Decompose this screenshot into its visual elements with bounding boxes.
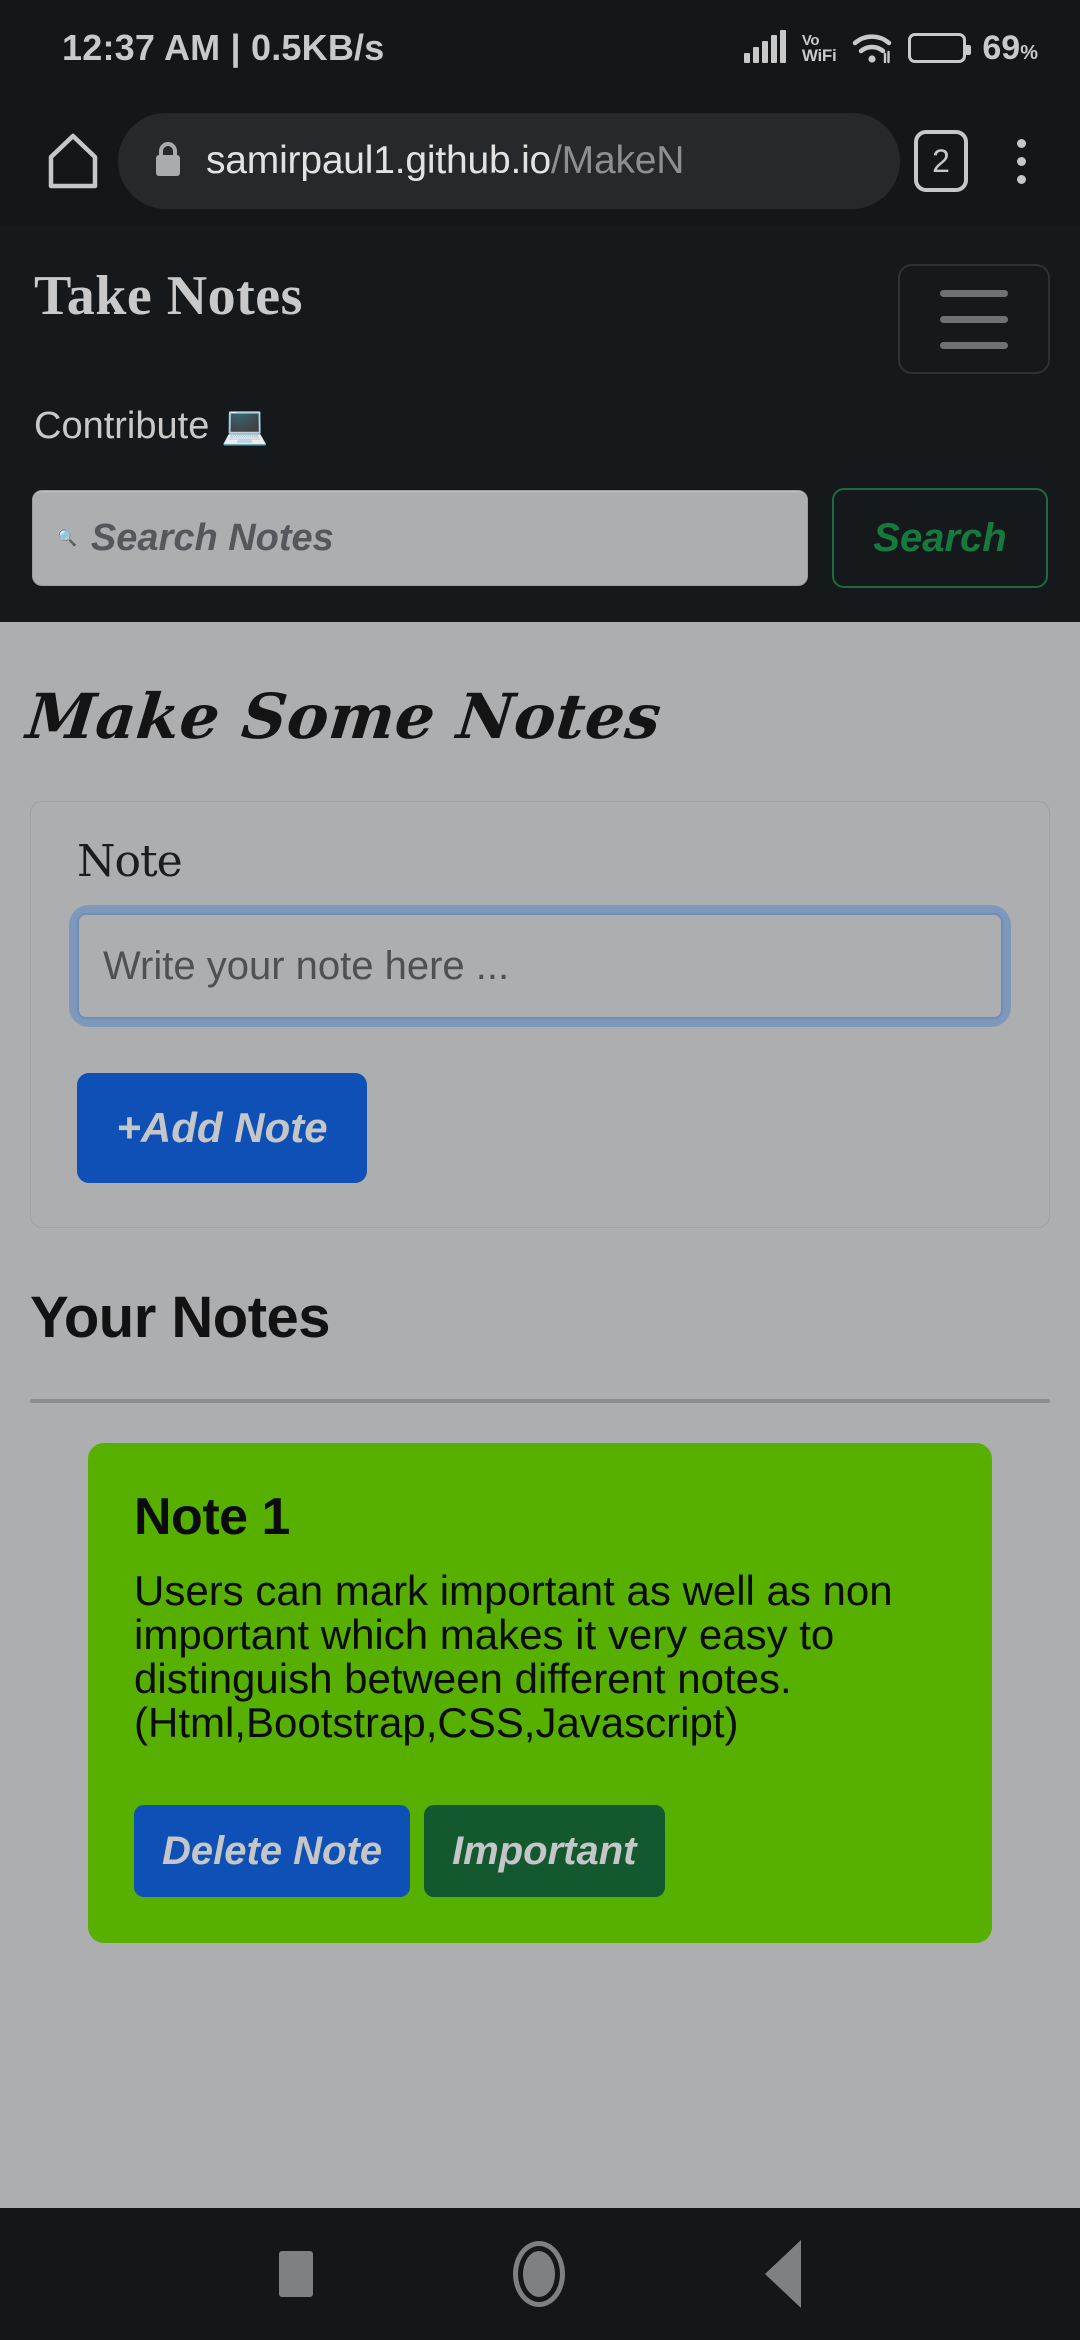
note-title: Note 1 — [134, 1488, 290, 1546]
important-button[interactable]: Important — [424, 1805, 665, 1898]
status-bar-right: Vo WiFi 69% — [743, 28, 1038, 68]
laptop-icon: 💻 — [221, 405, 269, 447]
note-input-focus-ring: Write your note here ... — [77, 913, 1003, 1019]
signal-bars-icon — [743, 30, 786, 63]
contribute-link[interactable]: Contribute 💻 — [30, 404, 1050, 448]
search-button[interactable]: Search — [832, 488, 1048, 588]
section-divider — [30, 1399, 1050, 1403]
phone-screen: 12:37 AM | 0.5KB/s Vo WiFi 69% samirpaul… — [0, 0, 1080, 2340]
note-body: Users can mark important as well as non … — [134, 1567, 893, 1747]
status-bar-left: 12:37 AM | 0.5KB/s — [62, 27, 384, 69]
battery-percent-label: 69% — [982, 28, 1038, 67]
site-header: Take Notes Contribute 💻 🔍 Search Notes S… — [0, 226, 1080, 622]
page-title: Make Some Notes — [23, 680, 665, 753]
kebab-menu-icon[interactable] — [996, 138, 1046, 184]
system-navigation-bar — [0, 2208, 1080, 2340]
page-body: Make Some Notes Note Write your note her… — [0, 622, 1080, 2208]
triangle-back-icon[interactable] — [765, 2240, 801, 2308]
circle-home-icon[interactable] — [513, 2241, 565, 2307]
your-notes-heading: Your Notes — [30, 1285, 331, 1350]
url-bar[interactable]: samirpaul1.github.io/MakeN — [118, 113, 900, 209]
tab-count-button[interactable]: 2 — [914, 130, 968, 192]
square-recents-icon[interactable] — [279, 2251, 313, 2297]
note-input[interactable]: Write your note here ... — [77, 913, 1003, 1019]
add-note-button[interactable]: +Add Note — [77, 1073, 367, 1183]
status-bar: 12:37 AM | 0.5KB/s Vo WiFi 69% — [0, 0, 1080, 96]
contribute-label: Contribute — [34, 404, 210, 447]
search-input[interactable]: 🔍 Search Notes — [32, 490, 808, 586]
notes-list: Note 1 Users can mark important as well … — [30, 1443, 1050, 1944]
vowifi-icon: Vo WiFi — [801, 33, 837, 65]
hamburger-menu-icon[interactable] — [898, 264, 1050, 374]
lock-icon — [152, 139, 184, 184]
note-card: Note 1 Users can mark important as well … — [88, 1443, 992, 1944]
battery-icon — [908, 33, 972, 63]
wifi-icon — [852, 32, 892, 64]
note-input-placeholder: Write your note here ... — [103, 943, 510, 988]
note-field-label: Note — [77, 836, 183, 887]
search-row: 🔍 Search Notes Search — [30, 488, 1050, 588]
vowifi-wifi-label: WiFi — [801, 46, 837, 65]
search-placeholder: Search Notes — [90, 516, 334, 559]
home-icon[interactable] — [34, 122, 112, 200]
site-nav-row: Take Notes — [30, 226, 1050, 374]
status-clock: 12:37 AM | 0.5KB/s — [62, 27, 385, 68]
note-actions: Delete Note Important — [134, 1805, 946, 1898]
url-text: samirpaul1.github.io/MakeN — [206, 139, 685, 182]
delete-note-button[interactable]: Delete Note — [134, 1805, 411, 1898]
note-form-card: Note Write your note here ... +Add Note — [30, 801, 1050, 1228]
search-icon: 🔍 — [57, 530, 77, 547]
browser-toolbar: samirpaul1.github.io/MakeN 2 — [0, 96, 1080, 226]
site-brand[interactable]: Take Notes — [30, 264, 303, 328]
